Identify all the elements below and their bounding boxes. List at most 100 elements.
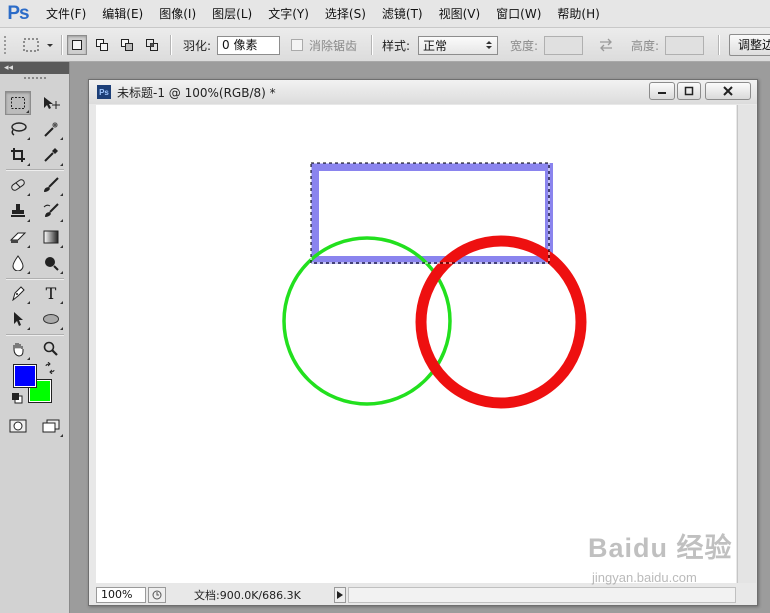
tool-eraser[interactable] (5, 225, 31, 249)
tools-panel-header[interactable]: ◂◂ (0, 62, 69, 74)
swap-colors-icon (45, 361, 55, 375)
canvas-artwork (282, 162, 587, 409)
tool-ellipse[interactable] (38, 307, 64, 331)
selection-marquee (310, 162, 550, 264)
add-selection-icon (96, 39, 108, 51)
eyedropper-icon (44, 148, 58, 162)
gradient-icon (43, 230, 59, 244)
tool-hand[interactable] (5, 337, 31, 361)
quick-mask-icon (9, 419, 27, 433)
magic-wand-icon (44, 122, 58, 137)
blur-drop-icon (12, 255, 24, 271)
intersect-selection-icon (146, 39, 158, 51)
intersect-selection-button[interactable] (142, 35, 162, 55)
status-info-button[interactable] (148, 587, 166, 603)
status-bar: 100% 文档:900.0K/686.3K (96, 585, 736, 605)
document-window: Ps 未标题-1 @ 100%(RGB/8) * 100% 文档:900.0K/… (88, 79, 758, 606)
style-select-value: 正常 (423, 38, 448, 53)
menu-layer[interactable]: 图层(L) (204, 0, 260, 28)
move-icon (44, 97, 60, 109)
tool-history-brush[interactable] (38, 199, 64, 223)
red-circle-shape (415, 235, 587, 409)
rectangular-marquee-icon (11, 97, 25, 109)
tool-move[interactable] (38, 91, 64, 115)
foreground-color-swatch[interactable] (13, 364, 37, 388)
options-bar: 羽化: 0 像素 消除锯齿 样式: 正常 宽度: 高度: 调整边缘... (0, 28, 770, 62)
selection-marquee-light (310, 162, 550, 264)
tool-pen[interactable] (5, 281, 31, 305)
swap-dimensions-icon[interactable] (598, 38, 614, 52)
tool-lasso[interactable] (5, 117, 31, 141)
zoom-icon (43, 341, 58, 356)
default-colors-button[interactable] (11, 392, 23, 407)
menu-window[interactable]: 窗口(W) (488, 0, 549, 28)
swap-colors-button[interactable] (44, 361, 56, 377)
grip-icon (23, 76, 46, 79)
maximize-button[interactable] (677, 82, 701, 100)
menu-filter[interactable]: 滤镜(T) (374, 0, 431, 28)
screen-mode-button[interactable] (38, 414, 64, 438)
tool-brush[interactable] (38, 173, 64, 197)
tool-preset-picker[interactable] (20, 28, 54, 62)
canvas[interactable] (96, 105, 736, 583)
feather-input[interactable]: 0 像素 (217, 35, 280, 55)
tool-healing-brush[interactable] (5, 173, 31, 197)
quick-mask-button[interactable] (5, 414, 31, 438)
tool-gradient[interactable] (38, 225, 64, 249)
hand-icon (13, 343, 24, 357)
document-title: 未标题-1 @ 100%(RGB/8) * (117, 85, 276, 100)
tool-type[interactable]: T (38, 281, 64, 305)
photoshop-document-icon: Ps (97, 85, 111, 99)
tool-path-selection[interactable] (5, 307, 31, 331)
subtract-selection-button[interactable] (117, 35, 137, 55)
menu-view[interactable]: 视图(V) (431, 0, 489, 28)
foreground-color-fill (14, 365, 36, 387)
horizontal-scrollbar[interactable] (348, 587, 736, 603)
separator (371, 35, 372, 55)
menu-help[interactable]: 帮助(H) (549, 0, 607, 28)
menu-image[interactable]: 图像(I) (151, 0, 204, 28)
document-size-info: 文档:900.0K/686.3K (194, 589, 301, 602)
document-title-bar[interactable]: Ps 未标题-1 @ 100%(RGB/8) * (89, 80, 757, 104)
antialias-checkbox[interactable] (291, 39, 303, 51)
minimize-icon (658, 92, 666, 94)
menu-select[interactable]: 选择(S) (317, 0, 374, 28)
tool-zoom[interactable] (38, 337, 64, 361)
status-menu-button[interactable] (334, 587, 346, 603)
tool-clone-stamp[interactable] (5, 199, 31, 223)
options-grip (2, 28, 8, 62)
separator (6, 334, 64, 335)
separator (61, 35, 62, 55)
menu-type[interactable]: 文字(Y) (260, 0, 317, 28)
vertical-scrollbar[interactable] (737, 105, 756, 583)
type-tool-icon: T (45, 283, 57, 303)
menu-file[interactable]: 文件(F) (36, 0, 94, 28)
tool-crop[interactable] (5, 143, 31, 167)
width-input[interactable] (544, 35, 583, 55)
minimize-button[interactable] (649, 82, 675, 100)
tools-panel: ◂◂ T (0, 62, 70, 613)
add-selection-button[interactable] (92, 35, 112, 55)
tools-grip[interactable] (0, 74, 69, 82)
tool-rectangular-marquee[interactable] (5, 91, 31, 115)
style-select[interactable]: 正常 (418, 35, 498, 55)
height-input[interactable] (665, 35, 704, 55)
new-selection-icon (72, 40, 82, 50)
tool-blur[interactable] (5, 251, 31, 275)
close-icon (723, 86, 733, 96)
tool-quick-selection[interactable] (38, 117, 64, 141)
refine-edge-button[interactable]: 调整边缘... (729, 34, 770, 56)
pen-icon (12, 286, 25, 301)
tool-eyedropper[interactable] (38, 143, 64, 167)
select-arrows-icon (486, 41, 492, 49)
close-button[interactable] (705, 82, 751, 100)
width-label: 宽度: (510, 38, 539, 53)
marquee-preset-icon (23, 38, 53, 52)
menu-edit[interactable]: 编辑(E) (94, 0, 151, 28)
maximize-icon (684, 86, 694, 96)
lasso-icon (11, 122, 27, 136)
new-selection-button[interactable] (67, 35, 87, 55)
zoom-level-field[interactable]: 100% (96, 587, 146, 603)
grip-icon (4, 36, 6, 54)
tool-dodge[interactable] (38, 251, 64, 275)
